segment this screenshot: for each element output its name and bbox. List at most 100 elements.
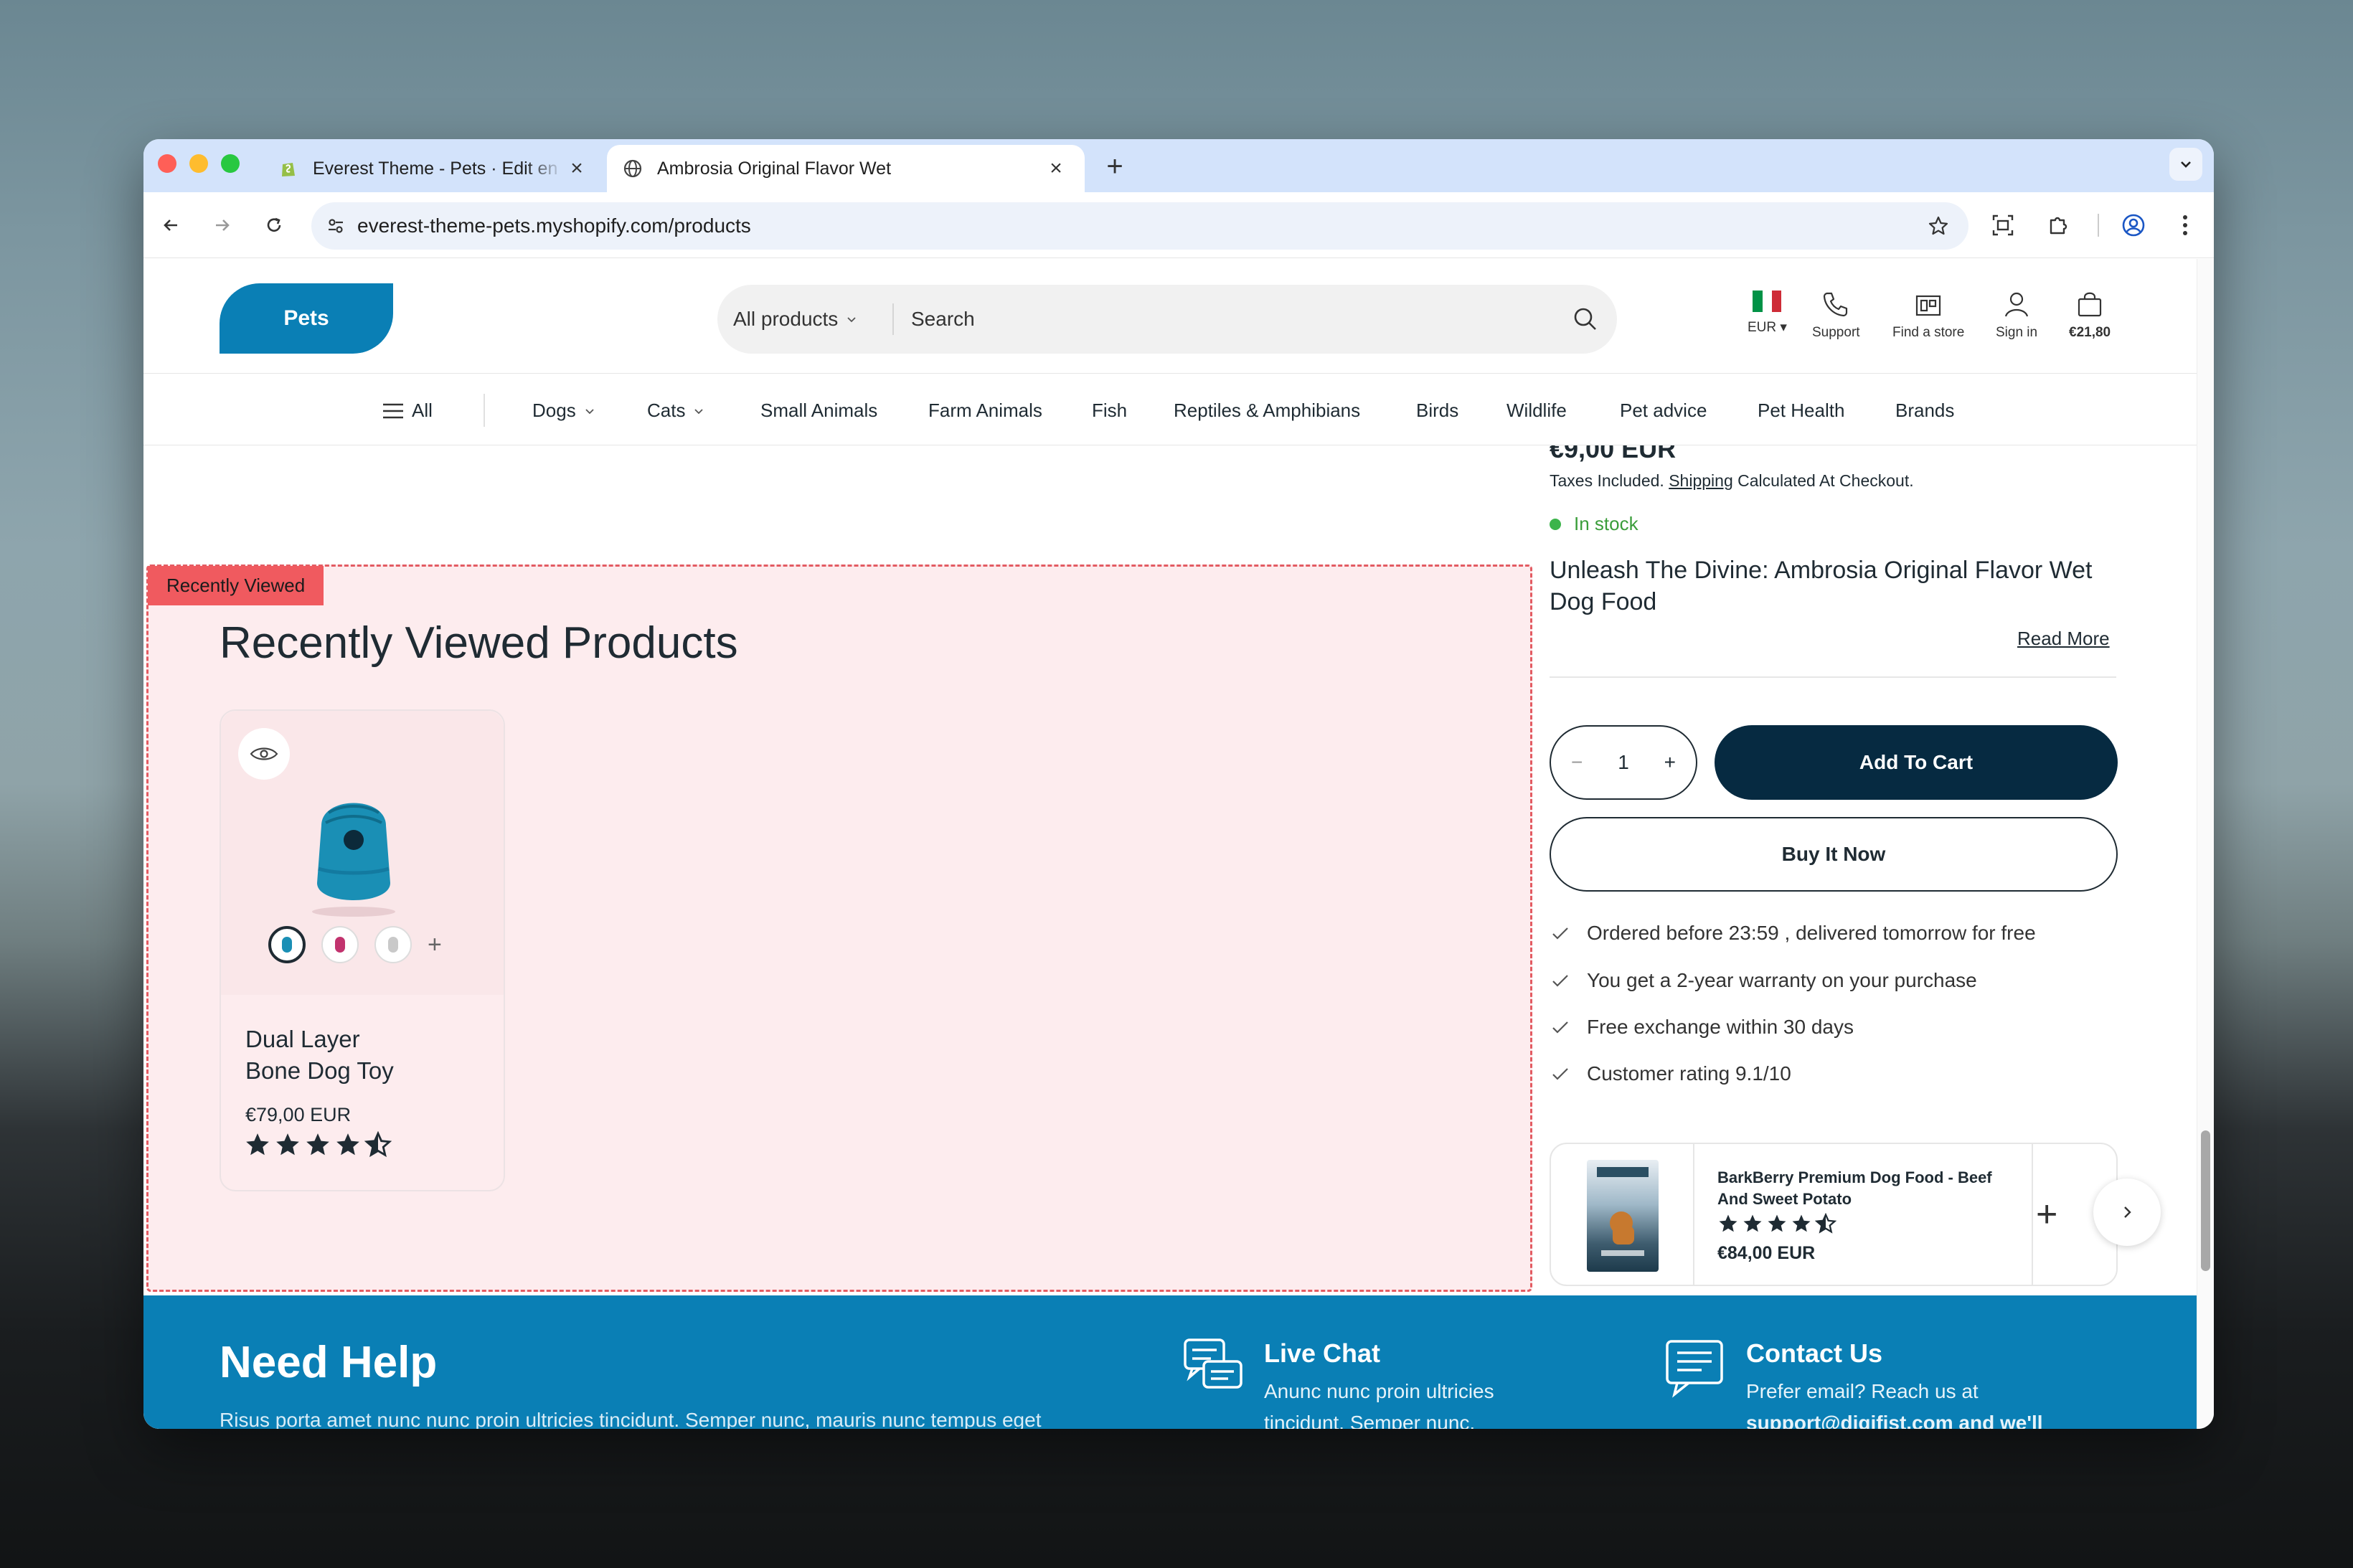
shopping-bag-icon bbox=[2078, 292, 2102, 317]
product-image-area[interactable]: + bbox=[221, 711, 504, 995]
nav-all[interactable]: All bbox=[382, 400, 433, 422]
browser-menu-button[interactable] bbox=[2169, 209, 2201, 241]
tab-search-button[interactable] bbox=[2169, 148, 2202, 181]
swatch-pink[interactable] bbox=[321, 926, 359, 963]
live-chat-desc: Anunc nunc proin ultricies bbox=[1264, 1380, 1494, 1402]
contact-column: Contact Us Prefer email? Reach us at sup… bbox=[1746, 1338, 2043, 1429]
chevron-down-icon bbox=[847, 317, 856, 323]
nav-item-cats[interactable]: Cats bbox=[647, 400, 705, 422]
product-name[interactable]: Dual Layer Bone Dog Toy bbox=[245, 1024, 394, 1087]
extensions-button[interactable] bbox=[2043, 209, 2075, 241]
nav-item-reptiles[interactable]: Reptiles & Amphibians bbox=[1174, 400, 1360, 422]
screenshot-button[interactable] bbox=[1987, 209, 2019, 241]
product-card[interactable]: + Dual Layer Bone Dog Toy €79,00 EUR bbox=[220, 709, 505, 1191]
feature-text: Free exchange within 30 days bbox=[1587, 1016, 1854, 1038]
bookmark-star-icon[interactable] bbox=[1927, 214, 1950, 237]
globe-icon bbox=[623, 159, 642, 178]
increase-quantity-button[interactable]: + bbox=[1664, 751, 1676, 774]
upsell-next-button[interactable] bbox=[2093, 1179, 2161, 1246]
nav-item-pet-advice[interactable]: Pet advice bbox=[1620, 400, 1707, 422]
product-title: Unleash The Divine: Ambrosia Original Fl… bbox=[1550, 557, 2093, 615]
star-icon bbox=[276, 1133, 299, 1156]
nav-item-birds[interactable]: Birds bbox=[1416, 400, 1458, 422]
nav-item-brands[interactable]: Brands bbox=[1895, 400, 1954, 422]
maximize-window-button[interactable] bbox=[221, 154, 240, 173]
message-icon bbox=[1666, 1340, 1723, 1398]
arrow-right-icon bbox=[216, 219, 230, 231]
account-circle-icon bbox=[2122, 214, 2145, 237]
chevron-down-icon bbox=[2181, 161, 2191, 168]
sign-in-link[interactable]: Sign in bbox=[1996, 291, 2037, 341]
new-tab-button[interactable]: + bbox=[1098, 151, 1132, 183]
italy-flag-icon bbox=[1753, 291, 1782, 312]
close-window-button[interactable] bbox=[158, 154, 176, 173]
search-category-label: All products bbox=[733, 308, 839, 330]
cart-total: €21,80 bbox=[2069, 325, 2111, 340]
contact-desc: support@digifist.com and we'll bbox=[1746, 1412, 2043, 1429]
search-category-select[interactable]: All products bbox=[717, 303, 894, 335]
star-icon bbox=[1719, 1214, 1737, 1232]
search-input[interactable]: Search bbox=[911, 308, 1571, 331]
contact-title[interactable]: Contact Us bbox=[1746, 1338, 2043, 1369]
currency-selector[interactable]: EUR ▾ bbox=[1748, 291, 1787, 336]
chevron-down-icon bbox=[694, 408, 704, 414]
taxes-suffix: Calculated At Checkout. bbox=[1737, 471, 1914, 490]
tab-ambrosia[interactable]: Ambrosia Original Flavor Wet × bbox=[607, 145, 1085, 192]
support-link[interactable]: Support bbox=[1812, 291, 1860, 341]
minimize-window-button[interactable] bbox=[189, 154, 208, 173]
color-swatches: + bbox=[268, 926, 442, 963]
swatch-grey[interactable] bbox=[374, 926, 412, 963]
address-bar[interactable]: everest-theme-pets.myshopify.com/product… bbox=[311, 202, 1968, 250]
need-help-footer: Need Help Risus porta amet nunc nunc pro… bbox=[143, 1295, 2197, 1429]
cart-link[interactable]: €21,80 bbox=[2069, 291, 2111, 341]
add-to-cart-button[interactable]: Add To Cart bbox=[1715, 725, 2118, 800]
tab-title: Everest Theme - Pets · Edit en bbox=[313, 158, 558, 179]
star-icon bbox=[1743, 1214, 1762, 1232]
close-tab-icon[interactable]: × bbox=[1043, 156, 1069, 181]
shipping-link[interactable]: Shipping bbox=[1669, 471, 1733, 490]
scrollbar-thumb[interactable] bbox=[2201, 1130, 2210, 1271]
nav-item-fish[interactable]: Fish bbox=[1092, 400, 1127, 422]
star-icon bbox=[306, 1133, 329, 1156]
nav-item-farm-animals[interactable]: Farm Animals bbox=[928, 400, 1042, 422]
support-label: Support bbox=[1812, 325, 1860, 340]
puzzle-icon bbox=[2050, 217, 2067, 235]
buy-now-button[interactable]: Buy It Now bbox=[1550, 817, 2118, 892]
search-bar: All products Search bbox=[717, 285, 1617, 354]
live-chat-title[interactable]: Live Chat bbox=[1264, 1338, 1494, 1369]
nav-item-pet-health[interactable]: Pet Health bbox=[1758, 400, 1844, 422]
need-help-description: Risus porta amet nunc nunc proin ultrici… bbox=[220, 1409, 1042, 1429]
contact-desc: Prefer email? Reach us at bbox=[1746, 1380, 1979, 1402]
site-settings-icon[interactable] bbox=[326, 216, 346, 236]
decrease-quantity-button[interactable]: − bbox=[1571, 751, 1583, 774]
upsell-card[interactable]: BarkBerry Premium Dog Food - Beef And Sw… bbox=[1550, 1143, 2118, 1286]
reload-button[interactable] bbox=[258, 209, 290, 241]
browser-window: Everest Theme - Pets · Edit en × Ambrosi… bbox=[143, 139, 2214, 1429]
nav-item-dogs[interactable]: Dogs bbox=[532, 400, 596, 422]
product-rating bbox=[244, 1131, 392, 1158]
nav-item-small-animals[interactable]: Small Animals bbox=[760, 400, 877, 422]
currency-label: EUR ▾ bbox=[1748, 320, 1787, 335]
profile-button[interactable] bbox=[2118, 209, 2149, 241]
more-vertical-icon bbox=[2183, 215, 2187, 235]
upsell-product-name[interactable]: BarkBerry Premium Dog Food - Beef And Sw… bbox=[1717, 1167, 2019, 1210]
more-swatches-icon[interactable]: + bbox=[428, 931, 442, 959]
back-button[interactable] bbox=[155, 209, 187, 241]
read-more-link[interactable]: Read More bbox=[2017, 628, 2110, 650]
add-upsell-button[interactable]: + bbox=[2036, 1193, 2057, 1236]
search-icon[interactable] bbox=[1571, 305, 1600, 334]
swatch-blue[interactable] bbox=[268, 926, 306, 963]
feature-text: Customer rating 9.1/10 bbox=[1587, 1062, 1791, 1085]
quick-view-button[interactable] bbox=[238, 728, 290, 780]
nav-item-wildlife[interactable]: Wildlife bbox=[1506, 400, 1567, 422]
eye-icon bbox=[250, 747, 278, 760]
close-tab-icon[interactable]: × bbox=[564, 156, 590, 181]
site-logo[interactable]: Pets bbox=[220, 283, 393, 354]
tab-everest-theme[interactable]: Everest Theme - Pets · Edit en × bbox=[263, 145, 605, 192]
quantity-value[interactable]: 1 bbox=[1618, 751, 1629, 774]
find-store-link[interactable]: Find a store bbox=[1892, 291, 1964, 341]
feature-item: Customer rating 9.1/10 bbox=[1551, 1062, 1791, 1085]
forward-button[interactable] bbox=[207, 209, 238, 241]
user-icon bbox=[2004, 292, 2029, 317]
divider bbox=[1550, 676, 2116, 678]
